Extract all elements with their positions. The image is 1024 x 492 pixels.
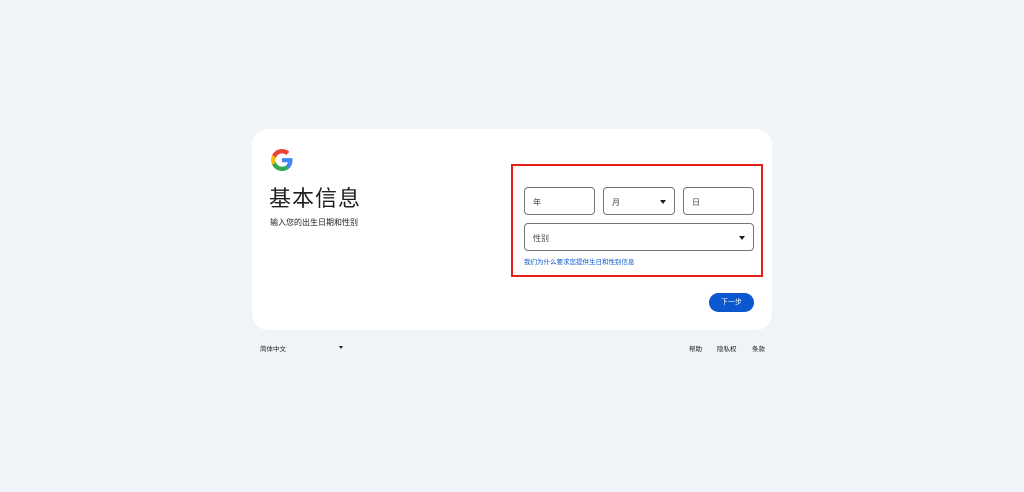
gender-placeholder: 性别 [533,234,549,243]
page-subtitle: 输入您的出生日期和性别 [270,218,358,227]
why-birthday-gender-link[interactable]: 我们为什么要求您提供生日和性别信息 [524,256,635,266]
footer-privacy-link[interactable]: 隐私权 [717,343,737,353]
page-title: 基本信息 [269,187,362,212]
chevron-down-icon [739,236,745,240]
chevron-down-icon [660,200,666,204]
gender-select[interactable]: 性别 [524,223,754,251]
footer-terms-link[interactable]: 条款 [752,343,765,353]
language-selector[interactable]: 简体中文 [260,343,286,353]
month-placeholder: 月 [612,198,620,207]
next-button[interactable]: 下一步 [709,293,754,312]
footer-help-link[interactable]: 帮助 [689,343,702,353]
year-placeholder: 年 [533,198,541,207]
google-logo-icon [271,149,293,171]
year-input[interactable]: 年 [524,187,595,215]
month-select[interactable]: 月 [603,187,675,215]
chevron-down-icon [339,346,343,349]
day-placeholder: 日 [692,198,700,207]
day-input[interactable]: 日 [683,187,754,215]
